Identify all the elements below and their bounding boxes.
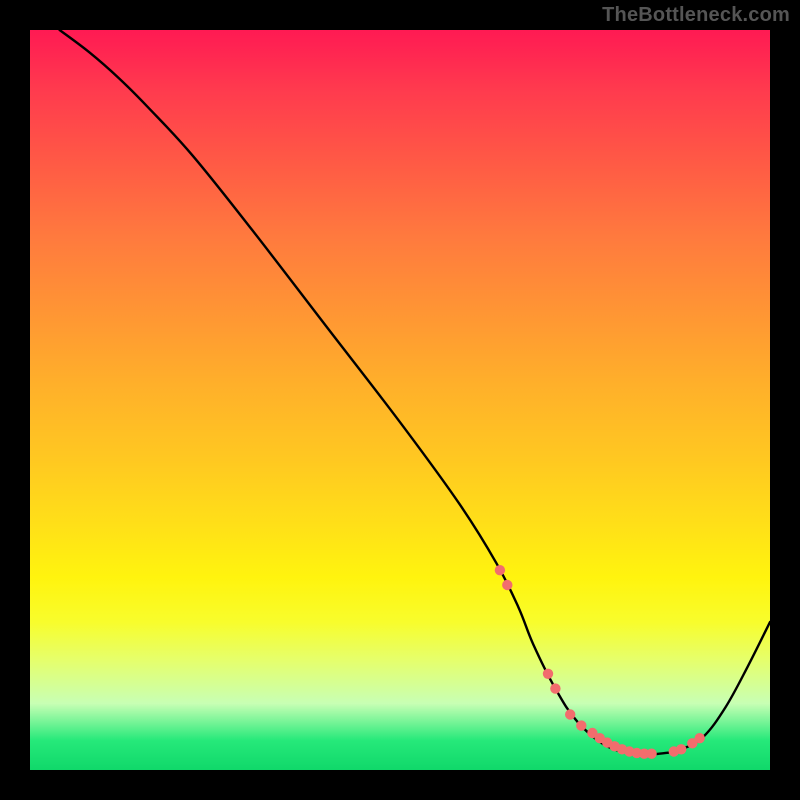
highlight-marker — [576, 720, 586, 730]
highlight-marker — [646, 749, 656, 759]
highlight-marker — [565, 709, 575, 719]
chart-svg — [30, 30, 770, 770]
attribution-text: TheBottleneck.com — [602, 4, 790, 27]
highlight-marker — [676, 744, 686, 754]
highlight-marker — [543, 669, 553, 679]
highlight-marker — [695, 733, 705, 743]
chart-root: TheBottleneck.com — [0, 0, 800, 800]
highlight-markers-group — [495, 565, 705, 759]
highlight-marker — [550, 683, 560, 693]
highlight-marker — [502, 580, 512, 590]
highlight-marker — [495, 565, 505, 575]
bottleneck-curve — [60, 30, 770, 755]
